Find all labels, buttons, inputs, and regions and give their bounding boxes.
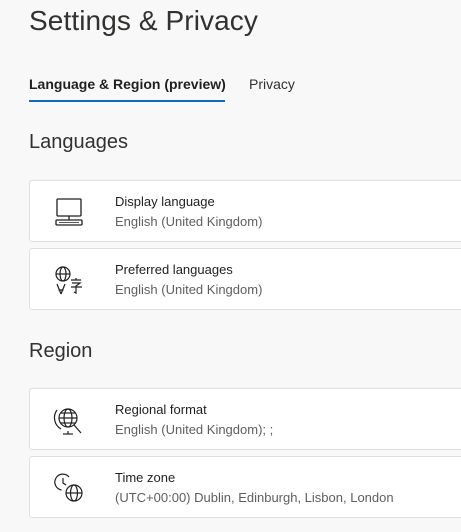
globe-settings-icon	[52, 403, 86, 437]
display-language-card[interactable]: Display language English (United Kingdom…	[29, 180, 461, 242]
language-translate-icon	[52, 263, 86, 297]
time-zone-value: (UTC+00:00) Dublin, Edinburgh, Lisbon, L…	[115, 490, 394, 505]
time-zone-title: Time zone	[115, 470, 176, 485]
regional-format-title: Regional format	[115, 402, 207, 417]
preferred-languages-value: English (United Kingdom)	[115, 282, 263, 297]
tab-language-region[interactable]: Language & Region (preview)	[29, 76, 226, 102]
regional-format-value: English (United Kingdom); ;	[115, 422, 274, 437]
preferred-languages-card[interactable]: Preferred languages English (United King…	[29, 248, 461, 310]
display-language-value: English (United Kingdom)	[115, 214, 263, 229]
page-title: Settings & Privacy	[29, 5, 258, 36]
preferred-languages-title: Preferred languages	[115, 262, 233, 277]
monitor-icon	[52, 195, 86, 229]
clock-globe-icon	[52, 471, 86, 505]
languages-heading: Languages	[29, 131, 128, 153]
region-heading: Region	[29, 340, 93, 362]
display-language-title: Display language	[115, 194, 215, 209]
regional-format-card[interactable]: Regional format English (United Kingdom)…	[29, 388, 461, 450]
tab-privacy[interactable]: Privacy	[249, 76, 295, 92]
time-zone-card[interactable]: Time zone (UTC+00:00) Dublin, Edinburgh,…	[29, 456, 461, 518]
